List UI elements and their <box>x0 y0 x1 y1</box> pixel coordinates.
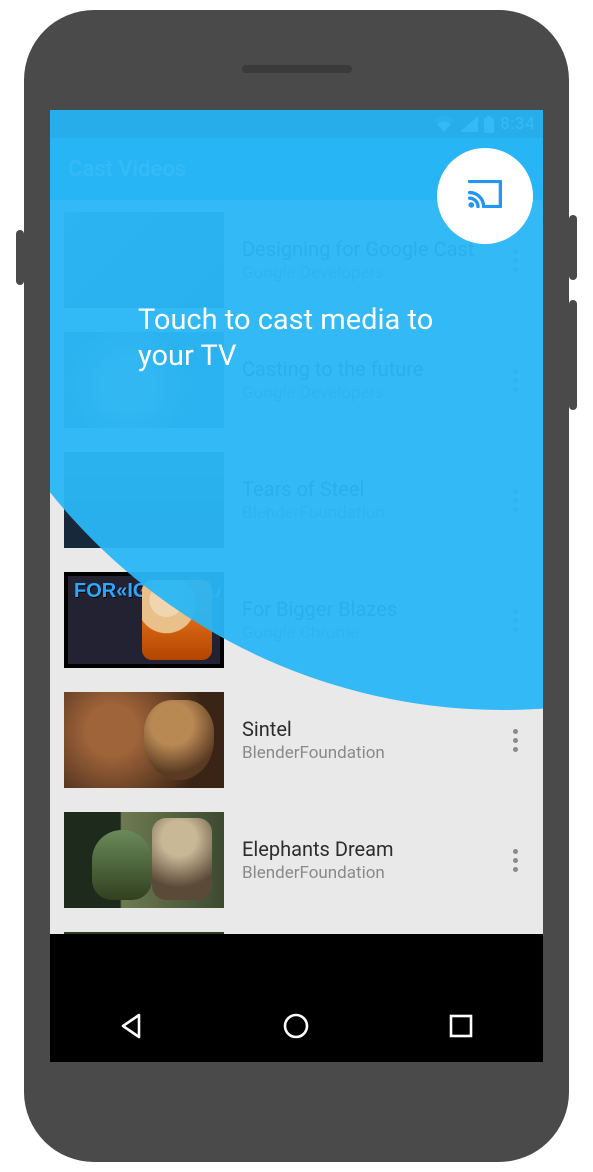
home-icon <box>281 1011 311 1041</box>
nav-home-button[interactable] <box>236 1011 356 1041</box>
cast-button-highlight[interactable] <box>437 148 533 244</box>
cast-icon <box>468 180 502 212</box>
recents-icon <box>447 1012 475 1040</box>
overlay-text: Touch to cast media to your TV <box>138 302 483 375</box>
device-side-button <box>16 230 24 285</box>
device-side-button <box>569 300 577 410</box>
device-frame: 8:34 Cast Videos Designing for Google Ca… <box>24 10 569 1162</box>
navigation-bar <box>50 990 543 1062</box>
cast-intro-overlay[interactable]: Touch to cast media to your TV <box>50 110 543 990</box>
nav-recents-button[interactable] <box>401 1012 521 1040</box>
device-speaker <box>242 65 352 73</box>
screen: 8:34 Cast Videos Designing for Google Ca… <box>50 110 543 990</box>
device-side-button <box>569 215 577 280</box>
nav-back-button[interactable] <box>72 1011 192 1041</box>
back-icon <box>117 1011 147 1041</box>
